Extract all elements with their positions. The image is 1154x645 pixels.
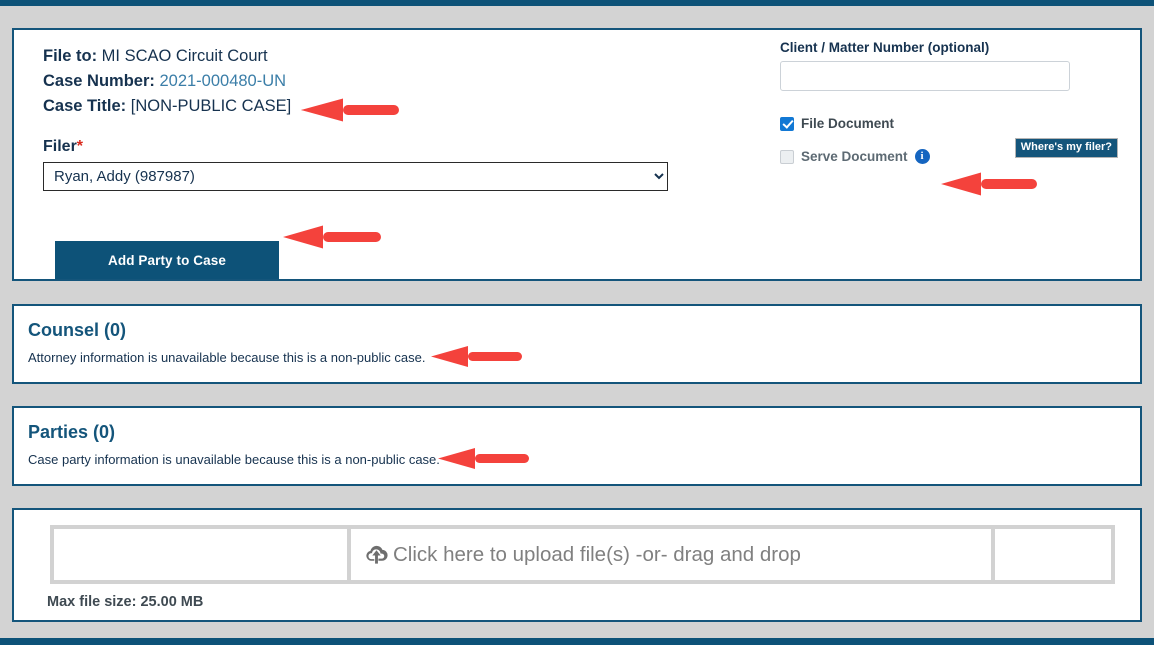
parties-note: Case party information is unavailable be… — [28, 452, 440, 467]
case-number-label: Case Number: — [43, 72, 155, 90]
upload-dropzone[interactable]: Click here to upload file(s) -or- drag a… — [347, 525, 1115, 584]
serve-document-label: Serve Document — [801, 149, 908, 164]
upload-dropzone-text-wrap: Click here to upload file(s) -or- drag a… — [365, 543, 801, 567]
counsel-note: Attorney information is unavailable beca… — [28, 350, 426, 365]
case-title-line: Case Title: [NON-PUBLIC CASE] — [43, 94, 693, 119]
case-number-value: 2021-000480-UN — [159, 72, 287, 90]
client-matter-input[interactable] — [780, 61, 1070, 91]
file-document-checkbox[interactable] — [780, 116, 794, 131]
file-document-row[interactable]: File Document — [780, 116, 1120, 131]
case-title-label: Case Title: — [43, 97, 127, 115]
file-to-label: File to: — [43, 47, 98, 65]
filer-select[interactable]: Ryan, Addy (987987) — [43, 162, 668, 191]
serve-document-checkbox[interactable] — [780, 149, 794, 164]
file-to-value: MI SCAO Circuit Court — [101, 47, 268, 65]
filer-label-text: Filer — [43, 138, 77, 155]
page-body: File to: MI SCAO Circuit Court Case Numb… — [0, 6, 1154, 638]
add-party-to-case-button[interactable]: Add Party to Case — [55, 241, 279, 279]
upload-card: Click here to upload file(s) -or- drag a… — [12, 508, 1142, 622]
max-file-size-text: Max file size: 25.00 MB — [47, 594, 204, 610]
file-to-line: File to: MI SCAO Circuit Court — [43, 44, 693, 69]
parties-card: Parties (0) Case party information is un… — [12, 406, 1142, 486]
client-matter-label: Client / Matter Number (optional) — [780, 40, 990, 55]
bottom-accent-band — [0, 638, 1154, 645]
file-document-label: File Document — [801, 116, 895, 131]
serve-document-row[interactable]: Serve Document i — [780, 149, 1120, 164]
case-info-card: File to: MI SCAO Circuit Court Case Numb… — [12, 28, 1142, 281]
case-title-value: [NON-PUBLIC CASE] — [130, 97, 292, 115]
upload-dropzone-label: Click here to upload file(s) -or- drag a… — [393, 542, 801, 566]
case-number-line: Case Number: 2021-000480-UN — [43, 69, 693, 94]
info-icon[interactable]: i — [914, 149, 930, 164]
counsel-card: Counsel (0) Attorney information is unav… — [12, 304, 1142, 384]
parties-title: Parties (0) — [28, 422, 116, 442]
case-info-block: File to: MI SCAO Circuit Court Case Numb… — [43, 44, 693, 191]
filer-required-marker: * — [76, 138, 84, 155]
cloud-upload-icon — [365, 544, 388, 565]
filing-options-block: Client / Matter Number (optional) File D… — [780, 40, 1120, 164]
counsel-title: Counsel (0) — [28, 320, 127, 340]
filer-label: Filer* — [43, 138, 693, 156]
